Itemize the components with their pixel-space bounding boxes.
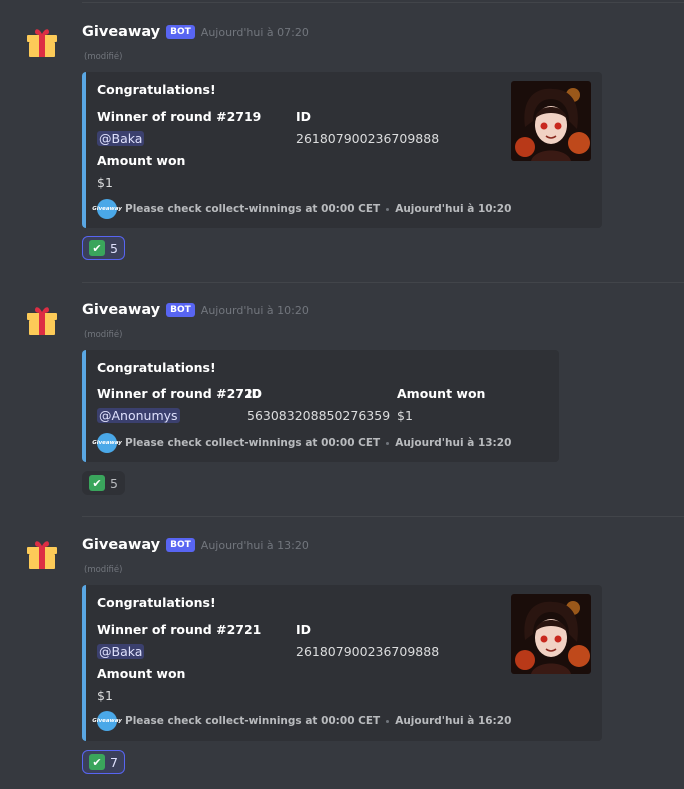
message-divider xyxy=(82,282,684,283)
check-mark-icon: ✔ xyxy=(89,754,105,770)
id-field-name: ID xyxy=(296,622,312,637)
embed: Congratulations! Winner of round #2721 @… xyxy=(82,585,602,741)
embed-title: Congratulations! xyxy=(97,595,216,610)
embed: Congratulations! Winner of round #2719 @… xyxy=(82,72,602,228)
amount-field-name: Amount won xyxy=(97,153,186,168)
bot-tag: BOT xyxy=(166,538,195,552)
id-field-value: 261807900236709888 xyxy=(296,644,440,659)
id-field-name: ID xyxy=(247,386,263,401)
id-field-name: ID xyxy=(296,109,312,124)
gift-icon[interactable] xyxy=(24,24,60,60)
footer-timestamp: Aujourd'hui à 10:20 xyxy=(395,203,512,215)
embed-title: Congratulations! xyxy=(97,82,216,97)
footer-text: Please check collect-winnings at 00:00 C… xyxy=(125,203,381,215)
embed: Congratulations! Winner of round #2720 @… xyxy=(82,350,559,462)
message-timestamp[interactable]: Aujourd'hui à 13:20 xyxy=(201,539,309,552)
check-mark-icon: ✔ xyxy=(89,240,105,256)
footer-timestamp: Aujourd'hui à 16:20 xyxy=(395,715,512,727)
check-mark-icon: ✔ xyxy=(89,475,105,491)
embed-footer: Giveaway Please check collect-winnings a… xyxy=(92,711,512,731)
reaction-check[interactable]: ✔ 5 xyxy=(82,471,125,495)
edited-label: (modifié) xyxy=(84,52,123,62)
edited-label: (modifié) xyxy=(84,565,123,575)
winner-field-name: Winner of round #2719 xyxy=(97,109,262,124)
username[interactable]: Giveaway xyxy=(82,302,160,318)
reaction-count: 5 xyxy=(110,240,118,256)
username[interactable]: Giveaway xyxy=(82,24,160,40)
footer-timestamp: Aujourd'hui à 13:20 xyxy=(395,437,512,449)
reaction-count: 5 xyxy=(110,475,118,491)
winner-field-name: Winner of round #2721 xyxy=(97,622,262,637)
bot-tag: BOT xyxy=(166,25,195,39)
user-mention[interactable]: @Baka xyxy=(97,644,145,659)
footer-text: Please check collect-winnings at 00:00 C… xyxy=(125,715,381,727)
winner-field-name: Winner of round #2720 xyxy=(97,386,262,401)
bot-tag: BOT xyxy=(166,303,195,317)
edited-label: (modifié) xyxy=(84,330,123,340)
user-mention[interactable]: @Baka xyxy=(97,131,145,146)
amount-field-name: Amount won xyxy=(97,666,186,681)
message-divider xyxy=(82,516,684,517)
embed-footer: Giveaway Please check collect-winnings a… xyxy=(92,199,512,219)
reaction-check[interactable]: ✔ 7 xyxy=(82,750,125,774)
embed-title: Congratulations! xyxy=(97,360,216,375)
username[interactable]: Giveaway xyxy=(82,537,160,553)
message-divider xyxy=(82,2,684,3)
embed-footer: Giveaway Please check collect-winnings a… xyxy=(92,433,512,453)
id-field-value: 563083208850276359 xyxy=(247,408,391,423)
id-field-value: 261807900236709888 xyxy=(296,131,440,146)
footer-avatar-icon: Giveaway xyxy=(92,199,122,219)
reaction-check[interactable]: ✔ 5 xyxy=(82,236,125,260)
gift-icon[interactable] xyxy=(24,536,60,572)
gift-icon[interactable] xyxy=(24,302,60,338)
message-timestamp[interactable]: Aujourd'hui à 07:20 xyxy=(201,26,309,39)
anime-avatar-thumbnail[interactable] xyxy=(511,81,591,161)
winner-field-value: @Anonumys xyxy=(97,408,180,423)
winner-field-value: @Baka xyxy=(97,131,145,146)
footer-text: Please check collect-winnings at 00:00 C… xyxy=(125,437,381,449)
footer-separator xyxy=(386,719,390,723)
footer-avatar-icon: Giveaway xyxy=(92,711,122,731)
footer-separator xyxy=(386,207,390,211)
amount-field-value: $1 xyxy=(97,688,113,703)
amount-field-value: $1 xyxy=(97,175,113,190)
amount-field-value: $1 xyxy=(397,408,413,423)
user-mention[interactable]: @Anonumys xyxy=(97,408,180,423)
amount-field-name: Amount won xyxy=(397,386,486,401)
footer-separator xyxy=(386,441,390,445)
reaction-count: 7 xyxy=(110,754,118,770)
anime-avatar-thumbnail[interactable] xyxy=(511,594,591,674)
message-timestamp[interactable]: Aujourd'hui à 10:20 xyxy=(201,304,309,317)
winner-field-value: @Baka xyxy=(97,644,145,659)
footer-avatar-icon: Giveaway xyxy=(92,433,122,453)
